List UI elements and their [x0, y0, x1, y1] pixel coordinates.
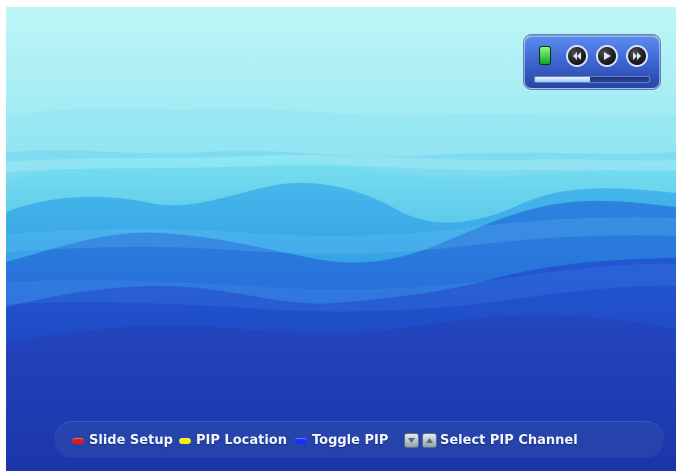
pip-location-label: PIP Location: [196, 433, 287, 448]
toggle-pip-label: Toggle PIP: [312, 433, 389, 448]
pip-help-bar: Slide Setup PIP Location Toggle PIP Sele…: [54, 421, 664, 458]
arrow-keys-hint: Select PIP Channel: [404, 432, 578, 449]
red-key-icon: [72, 437, 84, 444]
fast-forward-icon: [633, 52, 641, 60]
slideshow-controls: [524, 35, 660, 89]
status-icon: [539, 46, 551, 65]
play-button[interactable]: [596, 45, 618, 67]
down-arrow-key-icon: [404, 433, 419, 448]
rewind-icon: [573, 52, 581, 60]
select-pip-channel-label: Select PIP Channel: [440, 433, 578, 448]
slideshow-progress-bar[interactable]: [534, 76, 650, 83]
slide-setup-label: Slide Setup: [89, 433, 173, 448]
blue-key-hint: Toggle PIP: [295, 432, 388, 449]
play-icon: [604, 52, 611, 60]
rewind-button[interactable]: [566, 45, 588, 67]
yellow-key-hint: PIP Location: [179, 432, 287, 449]
red-key-hint: Slide Setup: [72, 432, 173, 449]
slideshow-screen: Slide Setup PIP Location Toggle PIP Sele…: [6, 7, 676, 471]
fast-forward-button[interactable]: [626, 45, 648, 67]
slideshow-progress-fill: [535, 77, 590, 82]
up-arrow-key-icon: [422, 433, 437, 448]
blue-key-icon: [295, 437, 307, 444]
yellow-key-icon: [179, 437, 191, 444]
